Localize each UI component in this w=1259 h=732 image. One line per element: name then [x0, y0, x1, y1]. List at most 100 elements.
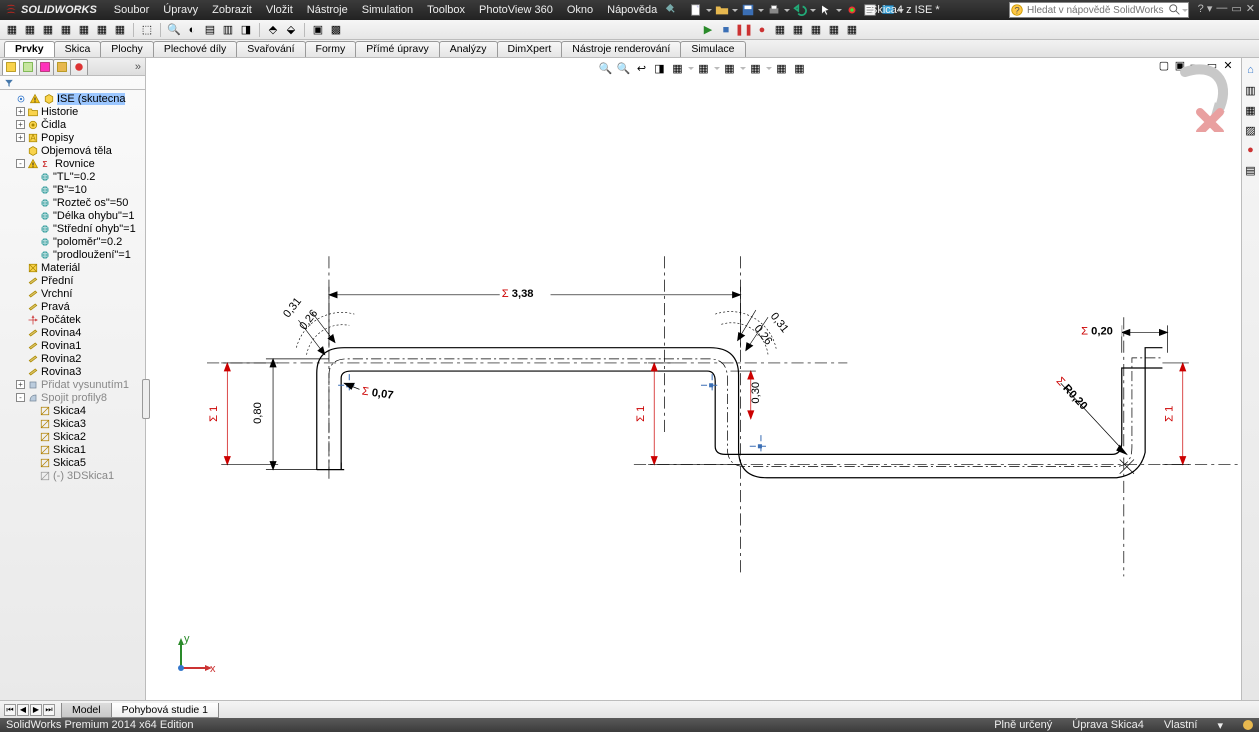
menu-simulation[interactable]: Simulation: [355, 4, 420, 16]
close-icon[interactable]: ✕: [1246, 2, 1255, 15]
tree-row-12[interactable]: "prodloužení"=1: [0, 248, 145, 261]
panel-tab-dimxpert[interactable]: [53, 59, 71, 75]
dropdown-icon[interactable]: [706, 2, 712, 18]
tool-d-icon[interactable]: ▩: [328, 22, 344, 38]
help-dd-icon[interactable]: ? ▾: [1198, 2, 1213, 15]
menu-soubor[interactable]: Soubor: [107, 4, 156, 16]
tree-expander[interactable]: +: [16, 120, 25, 129]
panel-tab-display[interactable]: [70, 59, 88, 75]
pin-icon[interactable]: [664, 2, 680, 18]
tree-row-2[interactable]: +Čidla: [0, 118, 145, 131]
tree-row-1[interactable]: +Historie: [0, 105, 145, 118]
tree-expander[interactable]: +: [16, 380, 25, 389]
tree-expander[interactable]: -: [16, 393, 25, 402]
search-icon[interactable]: [1168, 3, 1182, 17]
tp-explore-icon[interactable]: ▦: [1243, 102, 1259, 118]
tree-row-7[interactable]: "B"=10: [0, 183, 145, 196]
menu-zobrazit[interactable]: Zobrazit: [205, 4, 259, 16]
status-units[interactable]: Vlastní: [1164, 719, 1198, 731]
tp-lib-icon[interactable]: ▥: [1243, 82, 1259, 98]
tree-row-15[interactable]: Vrchní: [0, 287, 145, 300]
cmd-tab-6[interactable]: Přímé úpravy: [355, 41, 439, 57]
save-icon[interactable]: [740, 2, 756, 18]
cmd-tab-7[interactable]: Analýzy: [439, 41, 498, 57]
tree-row-8[interactable]: "Rozteč os"=50: [0, 196, 145, 209]
cmd-tab-0[interactable]: Prvky: [4, 41, 55, 57]
tp-appear-icon[interactable]: ●: [1243, 142, 1259, 158]
tree-filter[interactable]: [0, 76, 145, 90]
tp-prop-icon[interactable]: ▤: [1243, 162, 1259, 178]
panel-tab-config[interactable]: [36, 59, 54, 75]
wireframe-icon[interactable]: ▤: [202, 22, 218, 38]
view-back-icon[interactable]: ▦: [22, 22, 38, 38]
tree-row-26[interactable]: Skica2: [0, 430, 145, 443]
tree-row-4[interactable]: Objemová těla: [0, 144, 145, 157]
tab-nav-prev[interactable]: ◀: [17, 704, 29, 716]
tree-expander[interactable]: -: [16, 159, 25, 168]
tool-a-icon[interactable]: ⬘: [265, 22, 281, 38]
zoom-icon[interactable]: 🔍: [166, 22, 182, 38]
status-perf-icon[interactable]: [1243, 720, 1253, 730]
tree-row-9[interactable]: "Délka ohybu"=1: [0, 209, 145, 222]
feature-tree[interactable]: ISE (skutecna+Historie+Čidla+APopisyObje…: [0, 90, 145, 700]
help-search[interactable]: ?: [1009, 2, 1189, 18]
cmd-tab-1[interactable]: Skica: [54, 41, 102, 57]
macro-play-icon[interactable]: ▶: [700, 22, 716, 38]
macro-edit-icon[interactable]: ▦: [790, 22, 806, 38]
tree-row-25[interactable]: Skica3: [0, 417, 145, 430]
menu-nástroje[interactable]: Nástroje: [300, 4, 355, 16]
menu-úpravy[interactable]: Úpravy: [156, 4, 205, 16]
tree-row-27[interactable]: Skica1: [0, 443, 145, 456]
cmd-tab-4[interactable]: Svařování: [236, 41, 305, 57]
tree-expander[interactable]: +: [16, 107, 25, 116]
tree-row-22[interactable]: +Přidat vysunutím1: [0, 378, 145, 391]
tree-row-0[interactable]: ISE (skutecna: [0, 92, 145, 105]
view-left-icon[interactable]: ▦: [40, 22, 56, 38]
tree-row-29[interactable]: (-) 3DSkica1: [0, 469, 145, 482]
macro-tool2-icon[interactable]: ▦: [826, 22, 842, 38]
macro-rec-icon[interactable]: ●: [754, 22, 770, 38]
cmd-tab-8[interactable]: DimXpert: [497, 41, 563, 57]
help-search-input[interactable]: [1024, 5, 1168, 16]
tool-c-icon[interactable]: ▣: [310, 22, 326, 38]
tree-row-19[interactable]: Rovina1: [0, 339, 145, 352]
undo-icon[interactable]: [792, 2, 808, 18]
restore-icon[interactable]: ▭: [1231, 2, 1241, 15]
panel-collapse-icon[interactable]: »: [135, 61, 141, 73]
tree-row-6[interactable]: "TL"=0.2: [0, 170, 145, 183]
cmd-tab-2[interactable]: Plochy: [100, 41, 154, 57]
tab-nav-last[interactable]: ⏭: [43, 704, 55, 716]
tree-row-20[interactable]: Rovina2: [0, 352, 145, 365]
open-icon[interactable]: [714, 2, 730, 18]
print-icon[interactable]: [766, 2, 782, 18]
panel-splitter[interactable]: [142, 379, 150, 419]
cmd-tab-9[interactable]: Nástroje renderování: [561, 41, 681, 57]
tree-expander[interactable]: +: [16, 133, 25, 142]
panel-tab-property[interactable]: [19, 59, 37, 75]
tree-row-16[interactable]: Pravá: [0, 300, 145, 313]
tab-nav-first[interactable]: ⏮: [4, 704, 16, 716]
bottom-tab-0[interactable]: Model: [61, 703, 112, 718]
tree-row-21[interactable]: Rovina3: [0, 365, 145, 378]
macro-new-icon[interactable]: ▦: [772, 22, 788, 38]
tp-home-icon[interactable]: ⌂: [1243, 62, 1259, 78]
view-iso-icon[interactable]: ▦: [112, 22, 128, 38]
tree-row-18[interactable]: Rovina4: [0, 326, 145, 339]
tree-row-11[interactable]: "poloměr"=0.2: [0, 235, 145, 248]
panel-tab-feature[interactable]: [2, 59, 20, 75]
tab-nav-next[interactable]: ▶: [30, 704, 42, 716]
menu-photoview 360[interactable]: PhotoView 360: [472, 4, 560, 16]
tree-row-5[interactable]: -ΣRovnice: [0, 157, 145, 170]
tool-b-icon[interactable]: ⬙: [283, 22, 299, 38]
macro-tool3-icon[interactable]: ▦: [844, 22, 860, 38]
macro-tool1-icon[interactable]: ▦: [808, 22, 824, 38]
shade-icon[interactable]: ◐: [184, 22, 200, 38]
view-right-icon[interactable]: ▦: [58, 22, 74, 38]
tree-row-23[interactable]: -Spojit profily8: [0, 391, 145, 404]
tree-row-13[interactable]: Materiál: [0, 261, 145, 274]
cmd-tab-10[interactable]: Simulace: [680, 41, 745, 57]
tree-row-3[interactable]: +APopisy: [0, 131, 145, 144]
menu-vložit[interactable]: Vložit: [259, 4, 300, 16]
tree-row-14[interactable]: Přední: [0, 274, 145, 287]
graphics-area[interactable]: ▢ ▣ — ▭ ✕ 🔍 🔍 ↩ ◨ ▦ ▦ ▦ ▦ ▦ ▦: [146, 58, 1259, 700]
